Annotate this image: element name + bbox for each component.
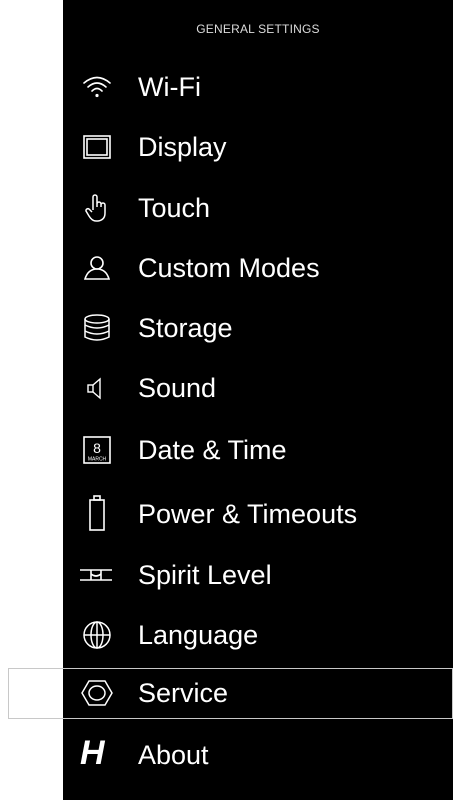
menu-item-label: Touch xyxy=(138,193,211,223)
menu-item-touch[interactable]: Touch xyxy=(63,178,453,238)
storage-icon xyxy=(82,313,112,343)
menu-item-power-timeouts[interactable]: Power & Timeouts xyxy=(63,484,453,544)
menu-item-date-time[interactable]: 8 MARCH Date & Time xyxy=(63,420,453,480)
globe-icon xyxy=(82,620,112,650)
menu-item-custom-modes[interactable]: Custom Modes xyxy=(63,238,453,298)
menu-item-label: Date & Time xyxy=(138,435,287,465)
h-logo-glyph: H xyxy=(80,734,105,772)
menu-item-label: Storage xyxy=(138,313,233,343)
user-icon xyxy=(82,253,112,283)
menu-item-label: Power & Timeouts xyxy=(138,499,358,529)
menu-item-sound[interactable]: Sound xyxy=(63,358,453,418)
menu-item-label: Custom Modes xyxy=(138,253,320,283)
calendar-day: 8 xyxy=(93,440,101,456)
menu-item-wifi[interactable]: Wi-Fi xyxy=(63,57,453,117)
menu-item-label: About xyxy=(138,740,209,770)
menu-item-about[interactable]: H About xyxy=(63,725,453,785)
wifi-icon xyxy=(82,72,112,102)
speaker-icon xyxy=(82,373,112,403)
calendar-month: MARCH xyxy=(88,457,107,463)
menu-item-label: Display xyxy=(138,132,227,162)
brand-h-logo-icon: H xyxy=(80,736,116,770)
menu-item-label: Sound xyxy=(138,373,217,403)
menu-item-label: Spirit Level xyxy=(138,560,272,590)
display-icon xyxy=(82,132,112,162)
menu-item-language[interactable]: Language xyxy=(63,605,453,665)
menu-item-storage[interactable]: Storage xyxy=(63,298,453,358)
touch-hand-icon xyxy=(82,193,112,223)
selection-highlight xyxy=(8,668,453,719)
screen-title: GENERAL SETTINGS xyxy=(196,22,320,36)
calendar-icon: 8 MARCH xyxy=(82,435,112,465)
menu-item-spirit-level[interactable]: Spirit Level xyxy=(63,545,453,605)
battery-icon xyxy=(82,494,112,532)
menu-item-display[interactable]: Display xyxy=(63,117,453,177)
menu-item-label: Wi-Fi xyxy=(138,72,201,102)
menu-item-label: Language xyxy=(138,620,259,650)
spirit-level-icon xyxy=(78,560,114,590)
